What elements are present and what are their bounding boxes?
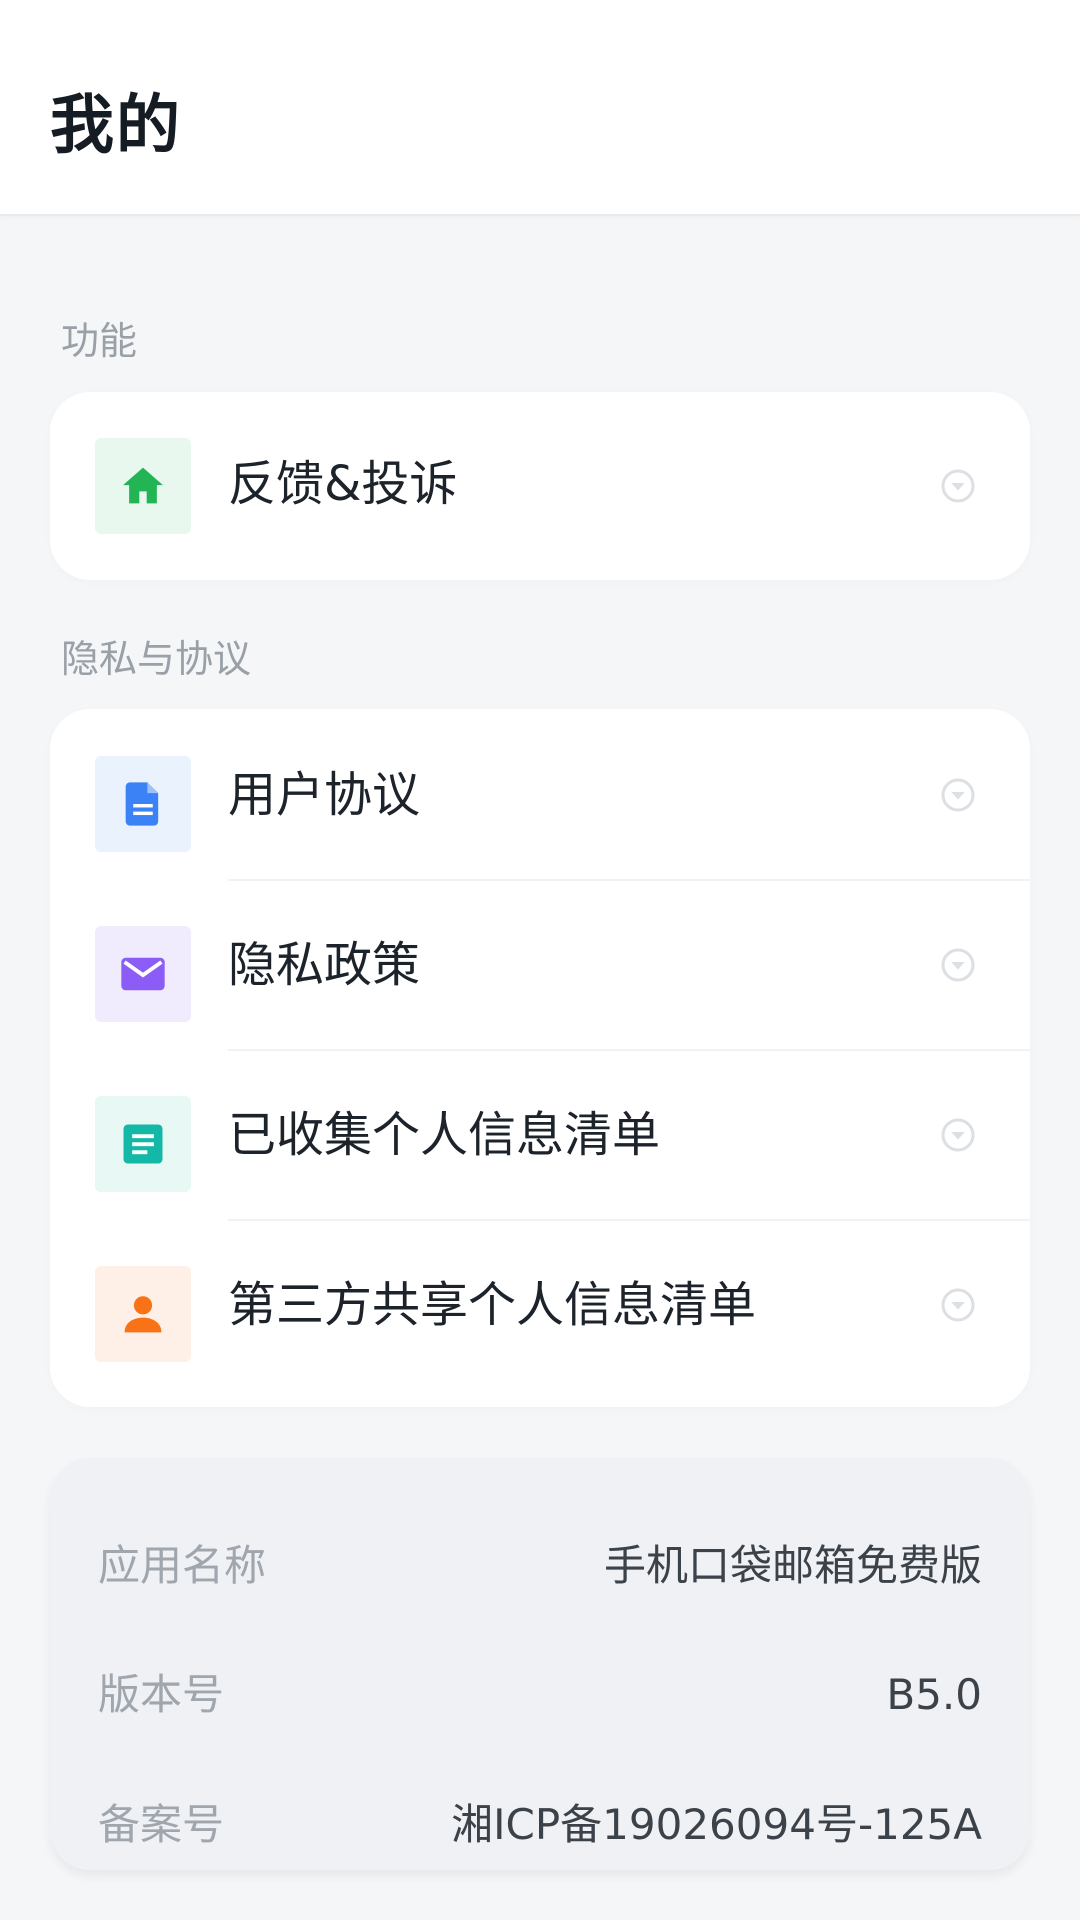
version-value: B5.0 [886, 1670, 982, 1719]
mail-icon [95, 926, 191, 1022]
header-bar: 我的 [0, 0, 1080, 216]
chevron-down-icon [940, 1287, 976, 1323]
list-item-label: 用户协议 [228, 767, 421, 823]
chevron-down-icon [940, 468, 976, 504]
list-item-collected-info[interactable]: 已收集个人信息清单 [50, 1049, 1030, 1219]
section-label-features: 功能 [61, 319, 138, 363]
version-row: 版本号 B5.0 [98, 1665, 982, 1725]
list-item-label: 第三方共享个人信息清单 [228, 1277, 757, 1333]
app-name-value: 手机口袋邮箱免费版 [603, 1541, 982, 1590]
icp-row: 备案号 湘ICP备19026094号-125A [98, 1795, 982, 1855]
privacy-card: 用户协议 隐私政策 已收集个人信息清单 第三方共享个人信息清单 [50, 709, 1030, 1407]
list-item-label: 隐私政策 [228, 937, 421, 993]
app-name-row: 应用名称 手机口袋邮箱免费版 [98, 1536, 982, 1596]
home-icon [95, 438, 191, 534]
chevron-down-icon [940, 947, 976, 983]
list-item-label: 反馈&投诉 [228, 456, 458, 512]
list-item-feedback[interactable]: 反馈&投诉 [50, 392, 1030, 580]
icp-key: 备案号 [98, 1800, 225, 1849]
features-card: 反馈&投诉 [50, 392, 1030, 580]
list-icon [95, 1096, 191, 1192]
section-label-privacy: 隐私与协议 [61, 637, 252, 681]
list-item-label: 已收集个人信息清单 [228, 1107, 661, 1163]
chevron-down-icon [940, 777, 976, 813]
list-item-third-party-info[interactable]: 第三方共享个人信息清单 [50, 1219, 1030, 1389]
chevron-down-icon [940, 1117, 976, 1153]
person-icon [95, 1266, 191, 1362]
document-icon [95, 756, 191, 852]
page-title: 我的 [50, 89, 182, 163]
list-item-privacy-policy[interactable]: 隐私政策 [50, 879, 1030, 1049]
app-info-card: 应用名称 手机口袋邮箱免费版 版本号 B5.0 备案号 湘ICP备1902609… [50, 1458, 1030, 1870]
app-name-key: 应用名称 [98, 1541, 267, 1590]
list-item-user-agreement[interactable]: 用户协议 [50, 709, 1030, 879]
icp-value: 湘ICP备19026094号-125A [451, 1800, 982, 1849]
version-key: 版本号 [98, 1670, 225, 1719]
